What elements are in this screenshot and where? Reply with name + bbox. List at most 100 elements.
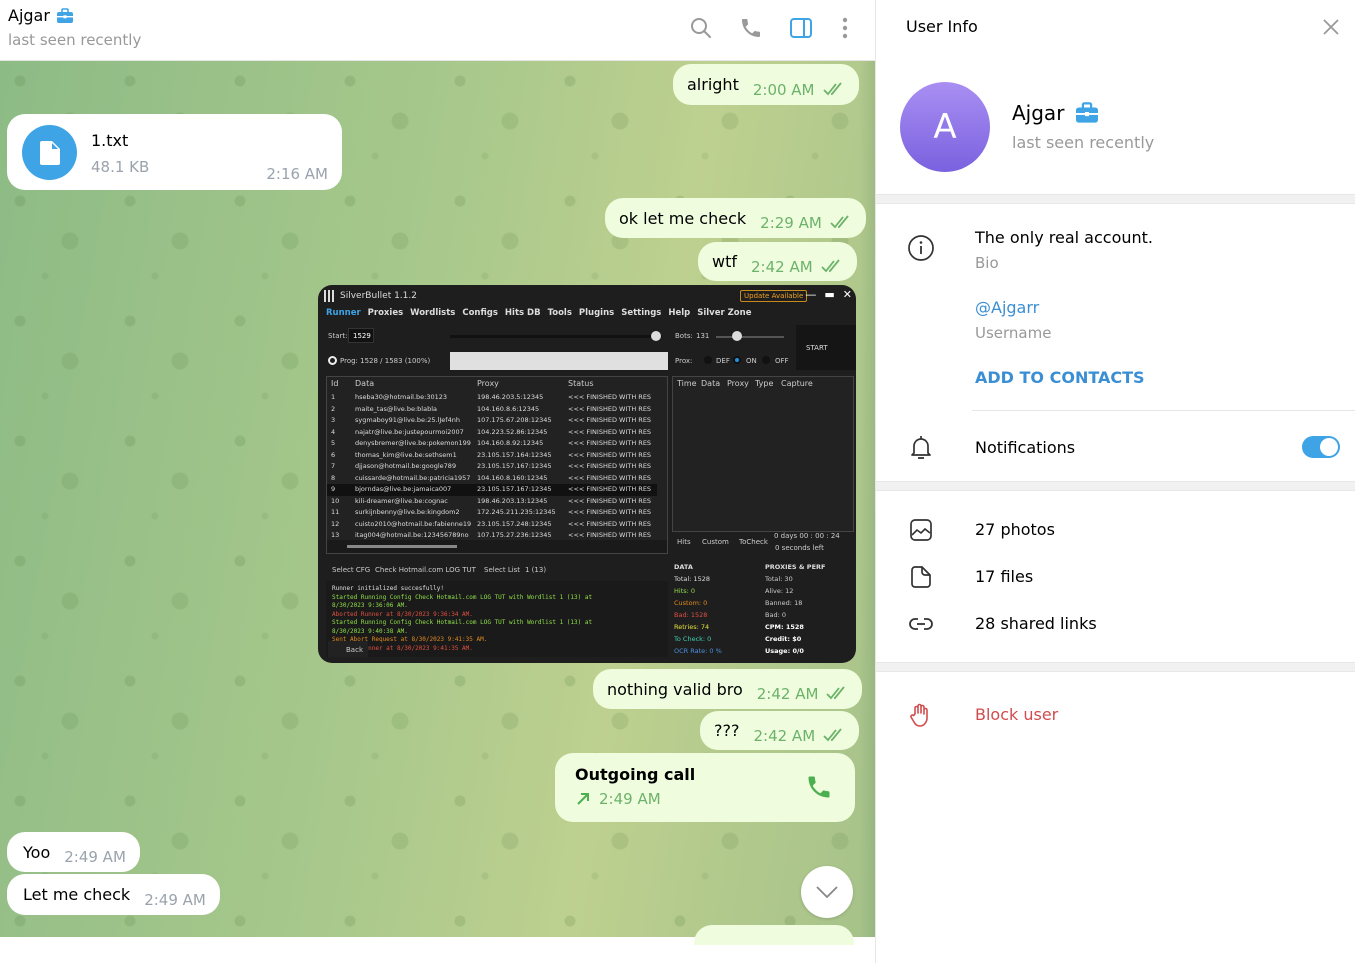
sb-data-stat: Total: 1528: [674, 575, 710, 583]
sb-col-header: Time: [677, 379, 697, 388]
sb-tab: Hits: [677, 538, 691, 546]
sb-table-cell: maite_tas@live.be:blabla: [355, 404, 438, 413]
message-outgoing[interactable]: alright 2:00 AM: [673, 64, 859, 105]
sb-col-header: Proxy: [727, 379, 749, 388]
briefcase-icon: [56, 7, 73, 23]
username-link[interactable]: @Ajgarr: [975, 298, 1039, 317]
sb-table-cell: djjason@hotmail.be:google789: [355, 462, 457, 470]
sb-start-value: 1529: [353, 332, 371, 340]
sidebar-toggle-icon[interactable]: [789, 16, 813, 40]
message-image[interactable]: SilverBullet 1.1.2 Update Available — ▬ ✕ …: [318, 285, 856, 663]
sb-table-row: 2 maite_tas@live.be:blabla 104.160.8.6:123…: [327, 404, 657, 416]
sb-table-cell: 23.105.157.167:12345: [477, 462, 552, 470]
close-icon[interactable]: [1321, 17, 1341, 37]
sb-select-list: Select List: [484, 566, 521, 574]
sb-log-line: Sent Abort Request at 8/30/2023 9:41:35 …: [332, 636, 488, 643]
sb-perf-stat: CPM: 1528: [765, 623, 804, 631]
file-download-button[interactable]: [22, 125, 77, 180]
sb-table-cell: <<< FINISHED WITH RES: [568, 485, 652, 493]
sb-table-row: 5 denysbremer@live.be:pokemon199 104.160.8…: [327, 438, 657, 450]
hand-stop-icon: [910, 703, 928, 727]
sb-data-stat: Bad: 1528: [674, 611, 708, 619]
sb-perf-stats: Total: 30 Alive: 12 Banned: 18 Bad: 0 CPM: 1…: [765, 573, 804, 657]
media-photos[interactable]: 27 photos: [975, 520, 1055, 539]
sb-table-cell: 104.160.8.6:12345: [477, 404, 540, 413]
sb-prox-option: DEF: [716, 357, 730, 365]
notifications-label[interactable]: Notifications: [975, 438, 1075, 457]
sb-table-cell: najatr@live.be:justepourmoi2007: [355, 427, 464, 436]
sb-data-stat: To Check: 0: [674, 635, 712, 643]
scroll-to-bottom-button[interactable]: [801, 866, 853, 918]
search-icon[interactable]: [689, 16, 713, 40]
sb-nav-item: Tools: [547, 308, 572, 318]
sb-perf-stat: Bad: 0: [765, 611, 786, 619]
sb-table-cell: <<< FINISHED WITH RES: [568, 473, 652, 482]
sb-col-header: Type: [755, 379, 774, 388]
sb-table-row: 11 surkijnbenny@live.be:kingdom2 172.245.2…: [327, 507, 657, 519]
message-incoming[interactable]: Let me check 2:49 AM: [7, 874, 220, 915]
media-links[interactable]: 28 shared links: [975, 614, 1097, 633]
sb-col-header: Id: [331, 379, 339, 388]
sb-table-cell: 104.160.8.92:12345: [477, 439, 544, 447]
sb-col-header: Data: [701, 379, 721, 388]
sb-back: Back: [346, 646, 363, 654]
sb-window-controls: — ▬ ✕: [805, 288, 852, 301]
double-check-icon: [821, 258, 840, 272]
sb-log-line: Runner initialized succesfully!: [332, 585, 444, 592]
phone-icon[interactable]: [739, 16, 763, 40]
message-outgoing[interactable]: ??? 2:42 AM: [700, 711, 860, 750]
message-outgoing[interactable]: nothing valid bro 2:42 AM: [593, 669, 863, 709]
avatar[interactable]: A: [900, 82, 990, 172]
sb-table-cell: <<< FINISHED WITH RES: [568, 519, 652, 528]
chat-header[interactable]: Ajgar last seen recently: [0, 0, 875, 61]
message-outgoing[interactable]: wtf 2:42 AM: [698, 242, 857, 281]
sb-start-label: Start:: [328, 332, 348, 340]
sb-table-cell: 23.105.157.167:12345: [477, 485, 552, 493]
sb-data-stats: Total: 1528 Hits: 0 Custom: 0 Bad: 1528 Retr…: [674, 573, 722, 657]
sb-table-cell: 23.105.157.248:12345: [477, 519, 552, 528]
sb-table-row: 3 sygmaboy91@live.be:25.lJef4nh 107.175.67…: [327, 415, 657, 427]
sb-table-cell: 23.105.157.164:12345: [477, 450, 552, 459]
call-time-row: 2:49 AM: [575, 790, 661, 808]
sb-table-cell: hseba30@hotmail.be:30123: [355, 393, 448, 401]
sb-app-title: SilverBullet 1.1.2: [340, 291, 417, 301]
sb-nav-item: Settings: [621, 308, 662, 318]
sb-col-header: Data: [355, 379, 375, 388]
message-outgoing[interactable]: ok let me check 2:29 AM: [605, 198, 866, 238]
sb-nav-item: Help: [668, 308, 691, 318]
sb-hits-panel: Time Data Proxy Type Capture: [672, 376, 854, 532]
sb-list-name: 1 (13): [525, 566, 547, 574]
sb-perf-stat: Alive: 12: [765, 587, 794, 595]
message-file[interactable]: 1.txt 48.1 KB 2:16 AM: [7, 114, 342, 190]
notifications-toggle[interactable]: [1302, 436, 1340, 458]
bio-text: The only real account.: [975, 228, 1154, 247]
sb-perf-stat: Total: 30: [765, 575, 793, 583]
message-time: 2:42 AM: [753, 726, 816, 745]
media-files[interactable]: 17 files: [975, 567, 1033, 586]
sb-table-cell: <<< FINISHED WITH RES: [568, 427, 652, 436]
sb-table-row: 8 cuissarde@hotmail.be:patricia1957 104.16…: [327, 473, 657, 485]
message-incoming[interactable]: Yoo 2:49 AM: [7, 832, 140, 872]
peer-status: last seen recently: [8, 31, 142, 49]
close-icon: ✕: [842, 288, 852, 301]
sb-table-cell: 104.160.8.160:12345: [477, 473, 548, 482]
peer-name-row[interactable]: Ajgar: [8, 6, 74, 25]
add-to-contacts-button[interactable]: ADD TO CONTACTS: [975, 368, 1145, 387]
sb-log: Runner initialized succesfully! Started R…: [326, 581, 668, 657]
sb-tab: Custom: [702, 538, 729, 546]
sb-remaining: 0 seconds left: [775, 544, 824, 552]
sb-nav-item: Hits DB: [504, 308, 541, 318]
sb-table-row: 9 bjorndas@live.be:jamaica007 23.105.157.1…: [327, 484, 657, 496]
block-user-button[interactable]: Block user: [975, 705, 1058, 724]
username-label: Username: [975, 324, 1052, 342]
message-call[interactable]: Outgoing call 2:49 AM: [555, 753, 855, 822]
telegram-window: Ajgar last seen recently alright 2:00 AM…: [0, 0, 1355, 963]
sb-prox-option: ON: [746, 357, 757, 365]
sb-table-cell: <<< FINISHED WITH RES: [568, 393, 652, 401]
link-icon: [909, 618, 933, 630]
sb-table-cell: surkijnbenny@live.be:kingdom2: [355, 508, 460, 516]
more-vertical-icon[interactable]: [833, 16, 857, 40]
sb-prox-option: OFF: [775, 357, 789, 365]
photo-icon: [910, 519, 932, 541]
phone-icon[interactable]: [805, 773, 833, 801]
